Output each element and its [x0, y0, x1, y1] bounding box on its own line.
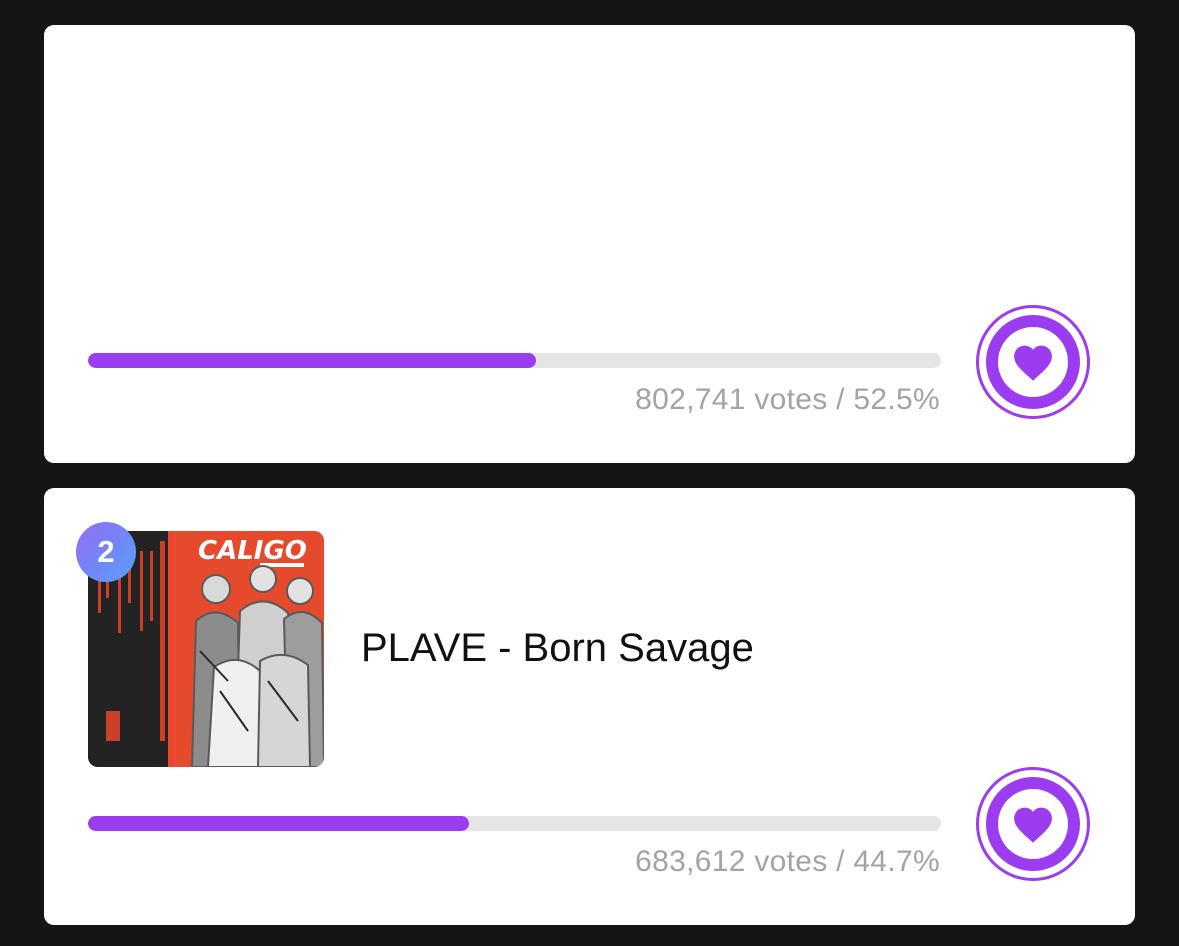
vote-progress-bar: [88, 816, 941, 831]
heart-icon: [1014, 345, 1052, 381]
vote-progress-bar: [88, 353, 941, 368]
vote-button[interactable]: [976, 305, 1090, 419]
heart-icon: [1014, 807, 1052, 843]
vote-button[interactable]: [976, 767, 1090, 881]
vote-card: 2 CALIGO PLAVE - Born Savage 683,612 vot…: [44, 488, 1135, 925]
vote-progress-fill: [88, 816, 470, 831]
svg-text:CALIGO: CALIGO: [198, 536, 307, 566]
song-title: PLAVE - Born Savage: [361, 626, 754, 670]
rank-badge: 2: [76, 522, 136, 582]
vote-count: 683,612 votes / 44.7%: [635, 845, 940, 878]
vote-card: 802,741 votes / 52.5%: [44, 25, 1135, 463]
vote-count: 802,741 votes / 52.5%: [635, 383, 940, 416]
vote-progress-fill: [88, 353, 536, 368]
